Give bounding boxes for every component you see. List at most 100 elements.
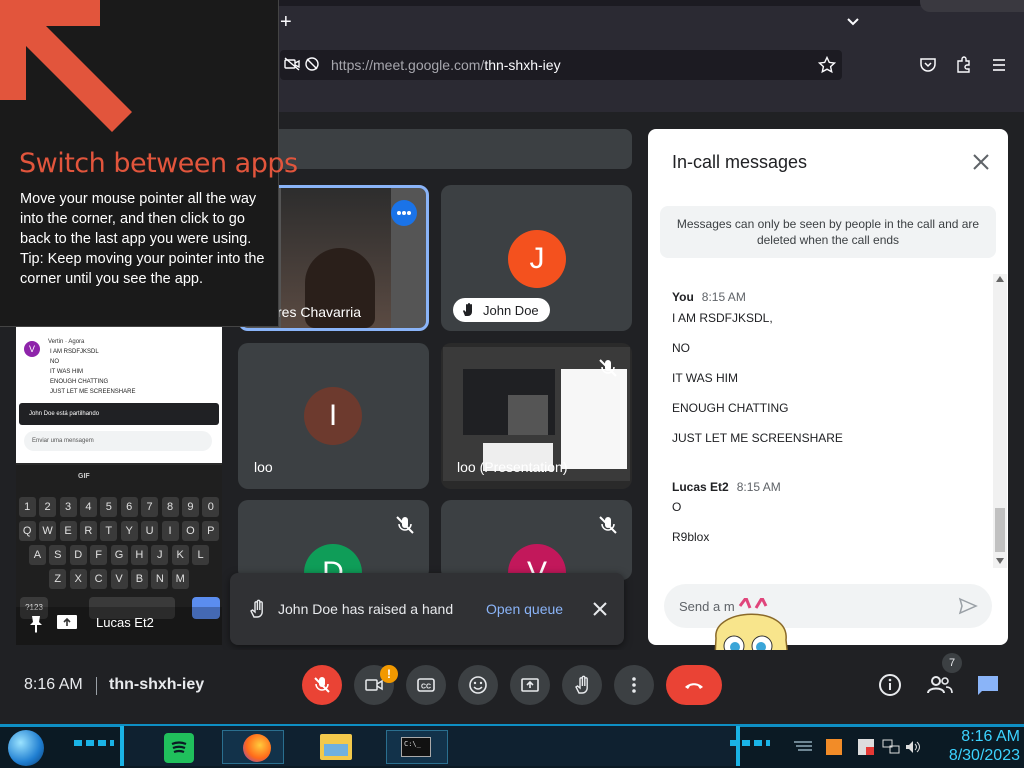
chat-privacy-notice: Messages can only be seen by people in t…	[660, 206, 996, 258]
keyboard-key: D	[69, 545, 87, 565]
people-icon[interactable]	[926, 673, 954, 697]
keyboard-key: N	[151, 569, 169, 589]
svg-text:CC: CC	[421, 684, 431, 691]
phone-input: Enviar uma mensagem	[24, 431, 212, 451]
close-icon[interactable]	[970, 151, 992, 173]
keyboard-key: A	[28, 545, 46, 565]
keyboard-key: G	[110, 545, 128, 565]
chat-sender: Lucas Et2 8:15 AM	[672, 478, 781, 496]
notification-icon[interactable]	[792, 740, 814, 754]
phone-message: ENOUGH CHATTING	[50, 379, 109, 385]
mic-blocked-icon[interactable]	[304, 56, 320, 72]
start-button[interactable]	[8, 730, 44, 766]
hand-icon	[248, 599, 266, 619]
menu-icon[interactable]	[991, 57, 1007, 73]
keyboard-key: 9	[181, 497, 199, 517]
chat-scrollbar-thumb[interactable]	[995, 508, 1005, 552]
new-tab-button[interactable]: +	[280, 12, 300, 32]
sender-name: You	[672, 290, 694, 304]
phone-messages: I AM RSDFJKSDL NO IT WAS HIM ENOUGH CHAT…	[50, 347, 135, 397]
more-options-icon[interactable]	[391, 200, 417, 226]
open-queue-button[interactable]: Open queue	[486, 601, 563, 617]
avatar: I	[304, 387, 362, 445]
taskbar-decoration	[730, 740, 770, 746]
clock-time: 8:16 AM	[961, 728, 1020, 745]
keyboard-key: V	[110, 569, 128, 589]
nested-video	[508, 395, 548, 435]
pin-icon	[28, 615, 44, 633]
keyboard-key: E	[59, 521, 77, 541]
terminal-taskbar-button[interactable]: C:\_	[386, 730, 448, 764]
message-time: 8:15 AM	[701, 290, 746, 304]
chat-sender: You 8:15 AM	[672, 288, 746, 306]
tip-body: Move your mouse pointer all the way into…	[20, 189, 268, 289]
keyboard-key: 4	[79, 497, 97, 517]
tray-app-icon[interactable]	[826, 739, 842, 755]
reactions-button[interactable]	[458, 665, 498, 705]
present-screen-icon	[521, 678, 539, 692]
keyboard-key: F	[90, 545, 108, 565]
mic-off-icon	[393, 513, 417, 537]
nested-chat	[561, 369, 627, 469]
send-icon[interactable]	[958, 596, 978, 616]
tip-title: Switch between apps	[19, 148, 298, 179]
file-explorer-icon[interactable]	[320, 734, 352, 760]
keyboard-key: 2	[39, 497, 57, 517]
clock-date: 8/30/2023	[948, 747, 1020, 764]
keyboard-key: H	[130, 545, 148, 565]
more-options-button[interactable]	[614, 665, 654, 705]
url-text[interactable]: https://meet.google.com/thn-shxh-iey	[331, 57, 561, 73]
close-icon[interactable]	[592, 601, 608, 617]
keyboard-key: U	[141, 521, 159, 541]
keyboard-key: Q	[18, 521, 36, 541]
meeting-time: 8:16 AM	[24, 676, 83, 693]
keyboard-key: B	[130, 569, 148, 589]
more-vert-icon	[632, 677, 636, 693]
chevron-down-icon[interactable]	[843, 12, 863, 32]
network-icon[interactable]	[882, 739, 900, 755]
spotify-app-icon[interactable]	[164, 733, 194, 763]
raise-hand-button[interactable]	[562, 665, 602, 705]
chat-icon[interactable]	[976, 673, 1000, 697]
presentation-tile[interactable]: loo (Presentation)	[441, 343, 632, 489]
tray-flag-icon[interactable]	[858, 739, 874, 755]
present-button[interactable]	[510, 665, 550, 705]
scroll-up-arrow[interactable]	[996, 276, 1004, 282]
people-count-badge: 7	[942, 653, 962, 673]
keyboard-key: W	[39, 521, 57, 541]
phone-notice: John Doe está partilhando	[19, 403, 219, 425]
phone-screen: V Vertin · Agora I AM RSDFJKSDL NO IT WA…	[16, 327, 222, 645]
keyboard-key: J	[151, 545, 169, 565]
scroll-down-arrow[interactable]	[996, 558, 1004, 564]
tip-hint: Tip: Keep moving your pointer into the c…	[20, 251, 265, 287]
phone-message: I AM RSDFJKSDL	[50, 349, 99, 355]
pocket-icon[interactable]	[919, 56, 937, 74]
keyboard-key: 5	[100, 497, 118, 517]
mic-toggle-button[interactable]	[302, 665, 342, 705]
camera-blocked-icon[interactable]	[284, 56, 300, 72]
tip-text: Move your mouse pointer all the way into…	[20, 191, 257, 247]
bookmark-star-icon[interactable]	[818, 56, 836, 74]
raised-hand-toast: John Doe has raised a hand Open queue	[230, 573, 624, 645]
participant-tile[interactable]: D	[238, 500, 429, 580]
window-controls[interactable]	[920, 0, 1024, 12]
keyboard-key: L	[192, 545, 210, 565]
system-clock[interactable]: 8:16 AM 8/30/2023	[920, 727, 1020, 765]
leave-call-button[interactable]	[666, 665, 722, 705]
chat-message: JUST LET ME SCREENSHARE	[672, 431, 843, 445]
chat-message: I AM RSDFJKSDL,	[672, 311, 773, 325]
participant-tile[interactable]: J John Doe	[441, 185, 632, 331]
hand-icon	[575, 675, 588, 694]
phone-sender: Vertin · Agora	[48, 339, 85, 345]
keyboard-key: 6	[120, 497, 138, 517]
keyboard-key: O	[181, 521, 199, 541]
participant-tile[interactable]: V	[441, 500, 632, 580]
firefox-taskbar-button[interactable]	[222, 730, 284, 764]
extensions-icon[interactable]	[955, 56, 973, 74]
participant-tile[interactable]: I loo	[238, 343, 429, 489]
phone-participant-name: Lucas Et2	[96, 615, 154, 630]
info-icon[interactable]	[878, 673, 902, 697]
chat-message: R9blox	[672, 530, 710, 544]
keyboard-key: X	[69, 569, 87, 589]
captions-button[interactable]: CC	[406, 665, 446, 705]
